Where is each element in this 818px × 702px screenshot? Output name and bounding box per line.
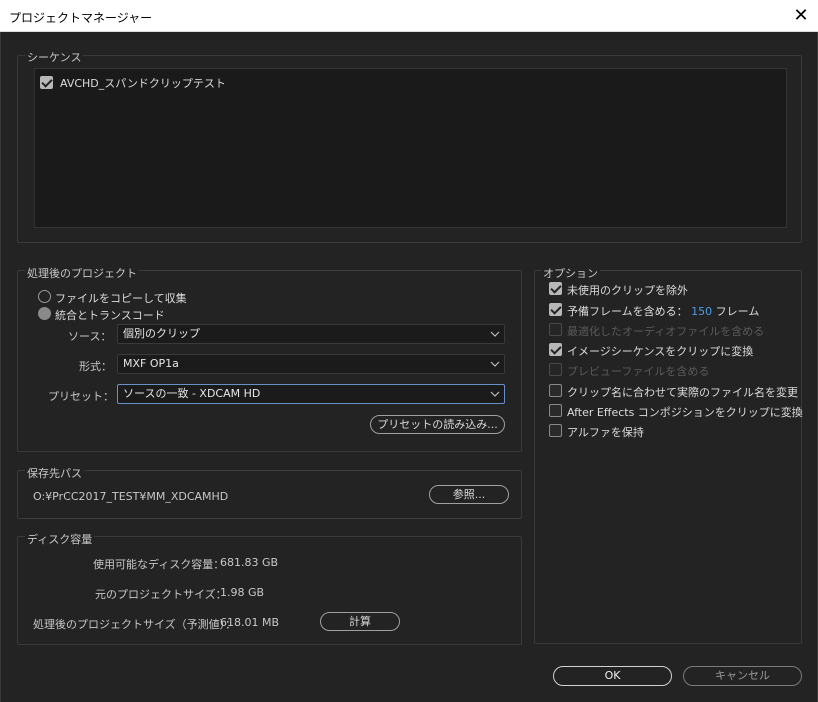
- format-label: 形式：: [79, 360, 112, 373]
- destination-label: 保存先パス: [25, 465, 84, 481]
- format-select[interactable]: MXF OP1a: [117, 354, 505, 374]
- project-manager-dialog: シーケンス AVCHD_スパンドクリップテスト 処理後のプロジェクト ファイルを…: [0, 32, 818, 702]
- radio-consolidate-transcode[interactable]: [38, 307, 51, 320]
- chevron-down-icon: [490, 331, 500, 337]
- chevron-down-icon: [490, 361, 500, 367]
- browse-button[interactable]: 参照...: [429, 485, 509, 504]
- destination-path: O:¥PrCC2017_TEST¥MM_XDCAMHD: [33, 490, 229, 503]
- original-size-value: 1.98 GB: [220, 586, 265, 599]
- preset-select-value: ソースの一致 - XDCAM HD: [123, 387, 261, 400]
- source-select[interactable]: 個別のクリップ: [117, 324, 505, 344]
- exclude-unused-checkbox[interactable]: [549, 282, 562, 295]
- estimated-size-value: 618.01 MB: [220, 616, 280, 629]
- preserve-alpha-label: アルファを保持: [567, 426, 644, 439]
- convert-image-sequences-checkbox[interactable]: [549, 343, 562, 356]
- ok-button[interactable]: OK: [553, 666, 672, 686]
- sequence-list[interactable]: AVCHD_スパンドクリップテスト: [34, 68, 787, 228]
- handles-value[interactable]: 150: [691, 305, 712, 318]
- import-preset-button-label: プリセットの読み込み...: [377, 418, 498, 431]
- calculate-button[interactable]: 計算: [320, 612, 400, 631]
- optimized-audio-label: 最適化したオーディオファイルを含める: [567, 325, 765, 338]
- preset-select[interactable]: ソースの一致 - XDCAM HD: [117, 384, 505, 404]
- options-label: オプション: [541, 265, 600, 281]
- include-handles-label: 予備フレームを含める： 150 フレーム: [567, 303, 759, 319]
- rename-media-label: クリップ名に合わせて実際のファイル名を変更: [567, 386, 798, 399]
- ae-compositions-label: After Effects コンポジションをクリップに変換: [567, 406, 803, 419]
- convert-image-sequences-label: イメージシーケンスをクリップに変換: [567, 345, 754, 358]
- radio-consolidate-transcode-label: 統合とトランスコード: [55, 309, 165, 322]
- preview-files-label: プレビューファイルを含める: [567, 365, 710, 378]
- include-handles-suffix: フレーム: [715, 305, 760, 318]
- source-select-value: 個別のクリップ: [123, 327, 200, 340]
- title-bar: プロジェクトマネージャー ✕: [0, 0, 818, 32]
- preset-label: プリセット：: [48, 390, 114, 403]
- radio-copy-collect[interactable]: [38, 290, 51, 303]
- preserve-alpha-checkbox[interactable]: [549, 424, 562, 437]
- ok-button-label: OK: [604, 669, 621, 682]
- exclude-unused-label: 未使用のクリップを除外: [567, 284, 688, 297]
- cancel-button-label: キャンセル: [715, 669, 770, 682]
- rename-media-checkbox[interactable]: [549, 384, 562, 397]
- optimized-audio-checkbox: [549, 323, 562, 336]
- chevron-down-icon: [490, 391, 500, 397]
- source-label: ソース：: [68, 330, 112, 343]
- processed-project-label: 処理後のプロジェクト: [25, 265, 139, 281]
- radio-copy-collect-label: ファイルをコピーして収集: [55, 292, 187, 305]
- ae-compositions-checkbox[interactable]: [549, 404, 562, 417]
- sequence-group-label: シーケンス: [25, 49, 84, 65]
- estimated-size-label: 処理後のプロジェクトサイズ（予測値）：: [33, 618, 237, 631]
- window-title: プロジェクトマネージャー: [9, 11, 153, 25]
- available-space-value: 681.83 GB: [220, 556, 279, 569]
- sequence-item-label: AVCHD_スパンドクリップテスト: [60, 77, 226, 90]
- close-icon[interactable]: ✕: [786, 2, 816, 30]
- import-preset-button[interactable]: プリセットの読み込み...: [370, 415, 505, 434]
- calculate-button-label: 計算: [349, 615, 371, 628]
- browse-button-label: 参照...: [452, 488, 486, 501]
- format-select-value: MXF OP1a: [123, 357, 179, 370]
- disk-space-label: ディスク容量: [25, 531, 95, 547]
- available-space-label: 使用可能なディスク容量：: [93, 558, 225, 571]
- sequence-checkbox[interactable]: [40, 76, 53, 89]
- original-size-label: 元のプロジェクトサイズ：: [95, 588, 227, 601]
- preview-files-checkbox: [549, 363, 562, 376]
- cancel-button[interactable]: キャンセル: [683, 666, 802, 686]
- include-handles-checkbox[interactable]: [549, 303, 562, 316]
- include-handles-prefix: 予備フレームを含める：: [567, 305, 688, 318]
